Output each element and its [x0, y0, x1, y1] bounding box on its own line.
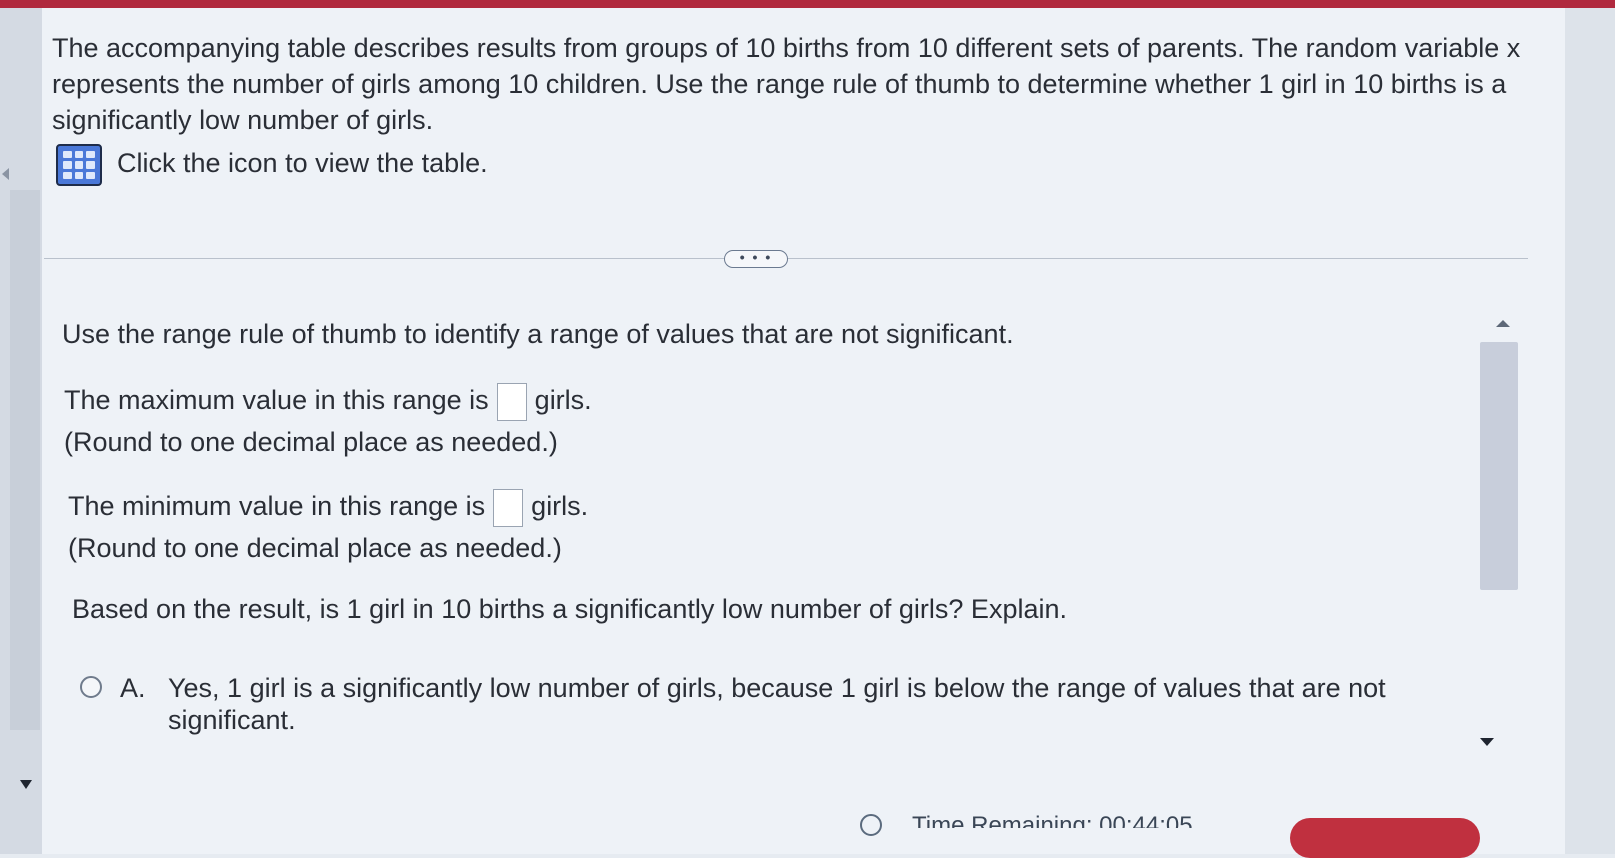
table-grid-icon[interactable] — [56, 144, 102, 186]
option-a-radio[interactable] — [80, 676, 102, 698]
right-edge-border — [1565, 8, 1615, 854]
max-value-input[interactable] — [496, 382, 527, 421]
min-value-input[interactable] — [493, 488, 524, 527]
collapse-left-arrow-icon[interactable] — [2, 168, 9, 180]
expand-more-button[interactable]: • • • — [724, 250, 788, 268]
max-value-prefix: The maximum value in this range is — [64, 385, 489, 415]
max-value-line: The maximum value in this range is girls. — [64, 382, 592, 421]
next-button[interactable] — [1290, 818, 1480, 858]
min-value-suffix: girls. — [531, 491, 589, 521]
option-a-letter: A. — [120, 673, 146, 703]
max-round-note: (Round to one decimal place as needed.) — [64, 427, 558, 457]
view-table-label: Click the icon to view the table. — [117, 148, 488, 178]
left-scroll-down-arrow-icon[interactable] — [20, 780, 32, 789]
left-scroll-region — [10, 190, 40, 730]
time-remaining: Time Remaining: 00:44:05 — [912, 812, 1193, 828]
option-a-text: Yes, 1 girl is a significantly low numbe… — [168, 673, 1386, 735]
scrollbar-thumb[interactable] — [1480, 342, 1518, 590]
question-text: The accompanying table describes results… — [52, 33, 1521, 135]
top-accent-bar — [0, 0, 1615, 8]
clock-icon — [860, 814, 882, 836]
max-value-suffix: girls. — [534, 385, 592, 415]
min-value-line: The minimum value in this range is girls. — [68, 488, 588, 527]
scroll-up-arrow-icon[interactable] — [1496, 320, 1510, 327]
min-value-prefix: The minimum value in this range is — [68, 491, 486, 521]
follow-up-question: Based on the result, is 1 girl in 10 bir… — [72, 594, 1067, 624]
part-instruction: Use the range rule of thumb to identify … — [62, 319, 1014, 349]
min-round-note: (Round to one decimal place as needed.) — [68, 533, 562, 563]
scroll-down-arrow-icon[interactable] — [1480, 738, 1494, 746]
